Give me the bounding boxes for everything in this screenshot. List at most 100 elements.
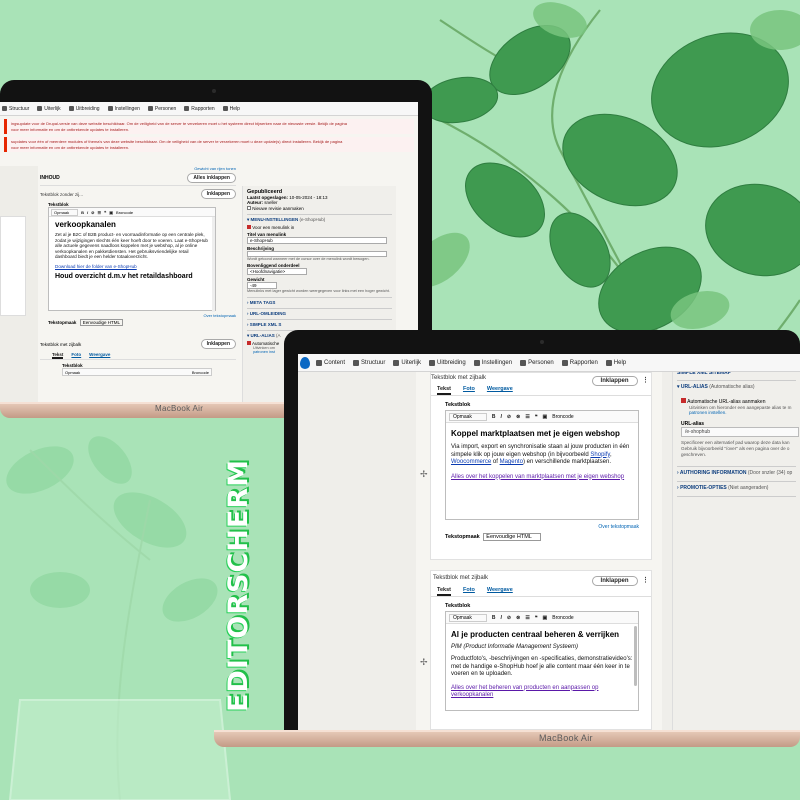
image-icon[interactable]: ▣ xyxy=(109,210,113,215)
link-icon[interactable]: ⊘ xyxy=(91,210,94,215)
unlink-icon[interactable]: ⊗ xyxy=(516,414,520,420)
new-revision-checkbox[interactable] xyxy=(247,206,251,210)
image-icon[interactable]: ▣ xyxy=(543,414,548,420)
text-format-label: Tekstopmaak xyxy=(48,320,77,325)
editor-toolbar: Opmaak B I ⊘ ☰ ❝ ▣ Broncode xyxy=(49,208,215,217)
collapse-button[interactable]: Inklappen xyxy=(200,189,236,199)
italic-icon[interactable]: I xyxy=(87,210,88,215)
shopify-link[interactable]: Shopify xyxy=(590,452,610,458)
bold-icon[interactable]: B xyxy=(492,414,496,420)
list-icon[interactable]: ☰ xyxy=(525,414,529,420)
tab-tekst[interactable]: Tekst xyxy=(437,386,451,395)
quote-icon[interactable]: ❝ xyxy=(104,210,106,215)
toolbar-item-appearance[interactable]: Uiterlijk xyxy=(393,359,421,366)
drupal-logo[interactable] xyxy=(300,356,310,369)
toolbar-item-configuration[interactable]: Instellingen xyxy=(107,106,140,112)
toolbar-item-people[interactable]: Personen xyxy=(147,106,176,112)
tab-weergave[interactable]: Weergave xyxy=(89,352,110,359)
format-select[interactable]: Opmaak xyxy=(51,208,79,216)
tab-tekst[interactable]: Tekst xyxy=(52,352,64,359)
toolbar-item-extend[interactable]: Uitbreiding xyxy=(429,359,466,366)
pim-link[interactable]: Alles over het beheren van producten en … xyxy=(451,685,633,700)
weight-input[interactable]: -49 xyxy=(247,282,277,289)
quote-icon[interactable]: ❝ xyxy=(535,615,538,621)
url-alias-header[interactable]: ▾ URL-ALIAS (Automatische alias) xyxy=(677,380,796,390)
tab-foto[interactable]: Foto xyxy=(463,386,475,395)
toolbar-item-configuration[interactable]: Instellingen xyxy=(473,359,512,366)
image-icon[interactable]: ▣ xyxy=(543,615,548,621)
text-format-select[interactable]: Eenvoudige HTML xyxy=(483,533,541,541)
marketplaces-link[interactable]: Alles over het koppelen van marktplaatse… xyxy=(451,474,633,482)
list-icon[interactable]: ☰ xyxy=(525,615,529,621)
scrollbar[interactable] xyxy=(634,626,637,686)
drag-handle-icon[interactable]: ✢ xyxy=(420,657,428,668)
collapse-all-button[interactable]: Alles inklappen xyxy=(187,173,236,183)
rich-text-editor[interactable]: Opmaak B I ⊘ ⊗ ☰ ❝ ▣ Broncode Al je prod… xyxy=(445,611,639,711)
link-icon[interactable]: ⊘ xyxy=(507,615,511,621)
tab-foto[interactable]: Foto xyxy=(463,587,475,596)
unlink-icon[interactable]: ⊗ xyxy=(516,615,520,621)
source-button[interactable]: Broncode xyxy=(552,414,573,420)
source-button[interactable]: Broncode xyxy=(116,210,133,215)
toolbar-item-help[interactable]: Help xyxy=(222,106,240,112)
tab-weergave[interactable]: Weergave xyxy=(487,386,513,395)
toolbar-item-content[interactable]: Content xyxy=(316,359,345,366)
url-redirects-header[interactable]: › URL-OMLEIDING xyxy=(247,308,392,316)
toolbar-item-help[interactable]: Help xyxy=(605,359,626,366)
more-options-icon[interactable]: ⋮ xyxy=(642,577,649,584)
meta-sidebar: SIMPLE XML SITEMAP ▾ URL-ALIAS (Automati… xyxy=(672,372,800,730)
toolbar-item-structure[interactable]: Structuur xyxy=(353,359,385,366)
drag-handle-icon[interactable]: ✢ xyxy=(420,469,428,480)
url-alias-input[interactable]: /e-shophub xyxy=(681,427,799,437)
list-icon[interactable]: ☰ xyxy=(98,210,102,215)
weight-toggle-link[interactable]: Gewicht van rijen tonen xyxy=(40,166,236,171)
authoring-info-header[interactable]: › AUTHORING INFORMATION (Door snzler (34… xyxy=(677,466,796,476)
editor-toolbar: Opmaak B I ⊘ ⊗ ☰ ❝ ▣ Broncode xyxy=(446,411,638,423)
about-text-format-link[interactable]: Over tekstopmaak xyxy=(431,524,639,530)
menu-link-checkbox[interactable] xyxy=(247,225,251,229)
format-select[interactable]: Opmaak xyxy=(449,613,487,622)
toolbar-item-reports[interactable]: Rapporten xyxy=(561,359,598,366)
italic-icon[interactable]: I xyxy=(501,615,502,621)
toolbar-item-reports[interactable]: Rapporten xyxy=(184,106,215,112)
woocommerce-link[interactable]: Woocommerce xyxy=(451,459,491,465)
download-link[interactable]: Download hier de folder van e-ShopHub xyxy=(55,264,209,269)
bold-icon[interactable]: B xyxy=(81,210,84,215)
promotion-options-header[interactable]: › PROMOTIE-OPTIES (Niet aangeraden) xyxy=(677,481,796,491)
simple-xml-header[interactable]: SIMPLE XML SITEMAP xyxy=(677,372,796,378)
toolbar-item-extend[interactable]: Uitbreiding xyxy=(68,106,100,112)
block-title: Tekstblok zonder zij... xyxy=(40,191,84,197)
patterns-link[interactable]: patronen instellen. xyxy=(677,410,796,415)
format-select[interactable]: Opmaak xyxy=(449,412,487,421)
rich-text-editor[interactable]: Opmaak B I ⊘ ⊗ ☰ ❝ ▣ Broncode Koppel mar… xyxy=(445,410,639,520)
paragraph-block: Tekstblok met zijbalk Inklappen ⋮ Tekst … xyxy=(420,372,652,560)
format-select[interactable]: Opmaak xyxy=(63,370,80,375)
bold-icon[interactable]: B xyxy=(492,615,496,621)
tab-foto[interactable]: Foto xyxy=(71,352,81,359)
tab-weergave[interactable]: Weergave xyxy=(487,587,513,596)
more-options-icon[interactable]: ⋮ xyxy=(642,377,649,384)
text-format-select[interactable]: Eenvoudige HTML xyxy=(79,319,123,326)
meta-tags-header[interactable]: › META TAGS xyxy=(247,297,392,305)
auto-alias-checkbox[interactable] xyxy=(681,398,686,403)
scrollbar[interactable] xyxy=(212,217,215,312)
magento-link[interactable]: Magento xyxy=(500,459,523,465)
toolbar-item-people[interactable]: Personen xyxy=(520,359,554,366)
rich-text-editor[interactable]: Opmaak B I ⊘ ☰ ❝ ▣ Broncode verkoopkanal… xyxy=(48,207,216,312)
collapse-button[interactable]: Inklappen xyxy=(591,376,638,386)
parent-select[interactable]: <Hoofdnavigatie> xyxy=(247,268,307,275)
italic-icon[interactable]: I xyxy=(501,414,502,420)
block-title: Tekstblok met zijbalk xyxy=(431,375,487,381)
link-icon[interactable]: ⊘ xyxy=(507,414,511,420)
tab-tekst[interactable]: Tekst xyxy=(437,587,451,596)
menu-title-input[interactable]: e-ShopHub xyxy=(247,237,387,244)
collapse-button[interactable]: Inklappen xyxy=(591,576,638,586)
source-button[interactable]: Broncode xyxy=(192,370,211,375)
about-text-format-link[interactable]: Over tekstopmaak xyxy=(48,313,236,318)
simple-xml-header[interactable]: › SIMPLE XML S xyxy=(247,319,392,327)
menu-settings-header[interactable]: ▾ MENU-INSTELLINGEN (e-ShopHub) xyxy=(247,214,392,223)
quote-icon[interactable]: ❝ xyxy=(535,414,538,420)
toolbar-item-structure[interactable]: Structuur xyxy=(2,106,29,112)
source-button[interactable]: Broncode xyxy=(552,615,573,621)
toolbar-item-appearance[interactable]: Uiterlijk xyxy=(37,106,61,112)
